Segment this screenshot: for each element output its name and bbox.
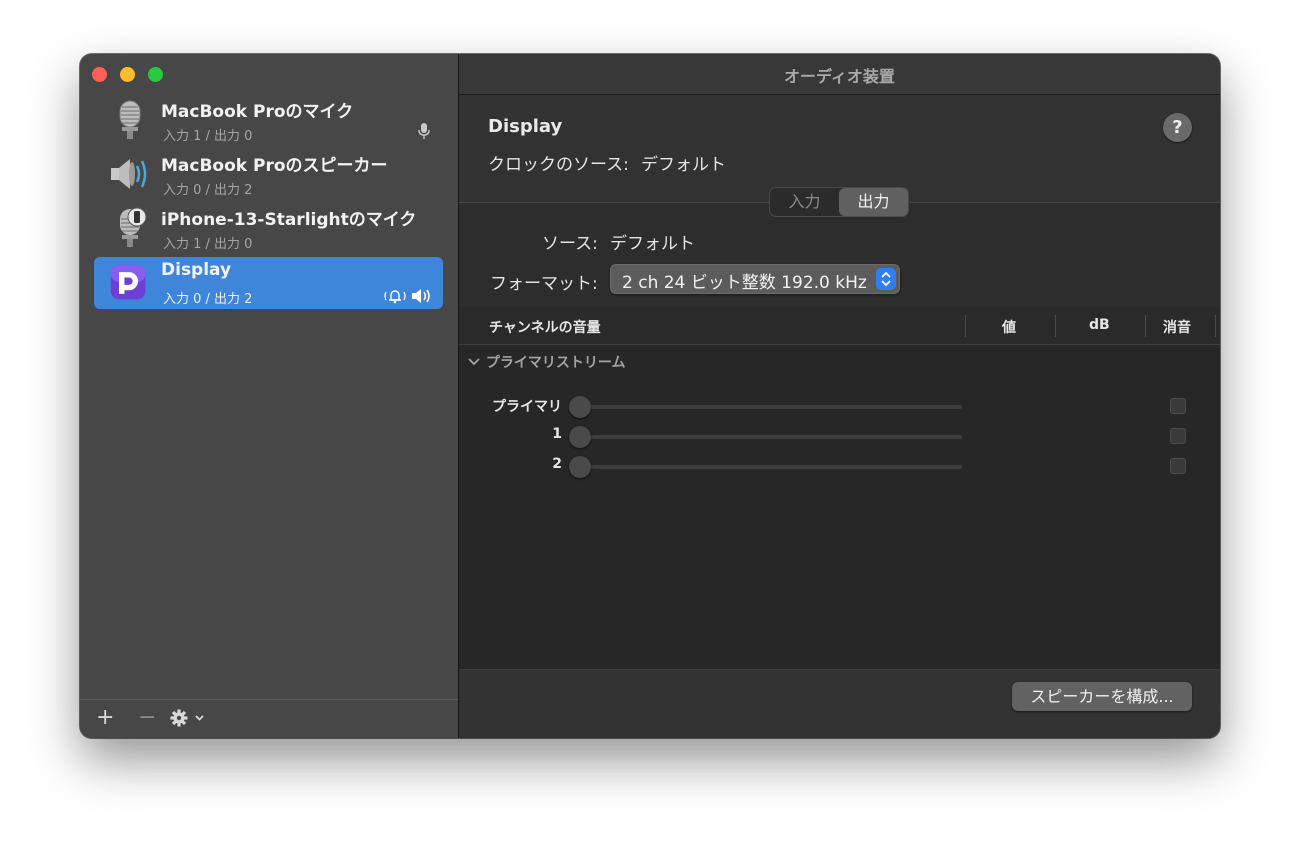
close-window-button[interactable] — [92, 67, 107, 82]
column-header-mute[interactable]: 消音 — [1163, 317, 1191, 337]
mute-checkbox[interactable] — [1170, 428, 1186, 444]
remove-device-button[interactable]: − — [138, 706, 156, 730]
tab-output[interactable]: 出力 — [839, 188, 908, 216]
volume-slider-knob[interactable] — [569, 456, 591, 478]
volume-slider-knob[interactable] — [569, 396, 591, 418]
channel-label: 2 — [552, 456, 562, 472]
device-io-count: 入力 1 / 出力 0 — [163, 129, 253, 144]
iphone-microphone-icon — [120, 207, 147, 247]
audio-devices-window: MacBook Proのマイク 入力 1 / 出力 0 MacBook Proの… — [80, 54, 1220, 738]
clock-source-label: クロックのソース: — [488, 155, 629, 175]
help-button[interactable]: ? — [1163, 113, 1192, 142]
mute-checkbox[interactable] — [1170, 458, 1186, 474]
source-value: デフォルト — [610, 234, 695, 254]
stream-group-row[interactable]: プライマリストリーム — [467, 352, 625, 372]
device-name: iPhone-13-Starlightのマイク — [161, 210, 417, 230]
zoom-window-button[interactable] — [148, 67, 163, 82]
device-detail-pane: オーディオ装置 Display ? クロックのソース: デフォルト 入力 出力 … — [459, 54, 1220, 738]
tab-input[interactable]: 入力 — [770, 188, 839, 216]
device-name: MacBook Proのスピーカー — [161, 156, 388, 176]
device-row-display[interactable]: Display 入力 0 / 出力 2 — [94, 257, 443, 309]
volume-slider-knob[interactable] — [569, 426, 591, 448]
volume-slider-track[interactable] — [580, 435, 962, 439]
add-device-button[interactable]: + — [96, 706, 114, 730]
volume-slider-track[interactable] — [580, 405, 962, 409]
device-name: MacBook Proのマイク — [161, 102, 354, 122]
gear-icon — [170, 709, 204, 727]
input-output-tabs: 入力 出力 — [769, 187, 909, 217]
chevron-down-icon — [468, 358, 480, 366]
window-title: オーディオ装置 — [784, 67, 895, 86]
settings-menu-button[interactable] — [170, 709, 206, 733]
device-io-count: 入力 0 / 出力 2 — [163, 292, 253, 307]
minimize-window-button[interactable] — [120, 67, 135, 82]
column-header-db[interactable]: dB — [1089, 317, 1110, 333]
default-output-speaker-icon — [412, 289, 430, 303]
microphone-icon — [119, 100, 141, 139]
format-label: フォーマット: — [490, 274, 598, 294]
channel-label: 1 — [552, 426, 562, 442]
channel-volume-table: チャンネルの音量 値 dB 消音 プライマリストリーム プライマリ 1 2 — [459, 306, 1220, 669]
display-app-icon — [110, 264, 146, 300]
mute-checkbox[interactable] — [1170, 398, 1186, 414]
bottom-bar: スピーカーを構成... — [459, 669, 1220, 738]
device-row-iphone-mic[interactable]: iPhone-13-Starlightのマイク 入力 1 / 出力 0 — [94, 202, 443, 254]
titlebar: オーディオ装置 — [459, 54, 1220, 95]
up-down-chevron-icon — [876, 268, 896, 290]
table-header: チャンネルの音量 値 dB 消音 — [459, 306, 1220, 345]
speaker-icon — [111, 159, 147, 189]
stream-group-label: プライマリストリーム — [485, 355, 626, 371]
volume-slider-track[interactable] — [580, 465, 962, 469]
device-sidebar: MacBook Proのマイク 入力 1 / 出力 0 MacBook Proの… — [80, 54, 459, 738]
clock-source-value: デフォルト — [641, 155, 726, 175]
configure-speakers-button[interactable]: スピーカーを構成... — [1012, 682, 1192, 711]
source-label: ソース: — [542, 234, 598, 254]
device-io-count: 入力 1 / 出力 0 — [163, 237, 253, 252]
device-row-macbook-mic[interactable]: MacBook Proのマイク 入力 1 / 出力 0 — [94, 94, 443, 146]
column-header-channel-volume[interactable]: チャンネルの音量 — [489, 317, 601, 337]
device-name: Display — [161, 260, 232, 280]
alert-sound-bell-icon — [384, 290, 406, 304]
channel-label: プライマリ — [492, 399, 562, 415]
default-input-microphone-icon — [418, 123, 430, 139]
device-title: Display — [488, 116, 563, 137]
column-header-value[interactable]: 値 — [1002, 317, 1016, 337]
format-popup-button[interactable]: 2 ch 24 ビット整数 192.0 kHz — [610, 264, 900, 294]
sidebar-toolbar: + − — [80, 699, 458, 738]
device-row-macbook-speaker[interactable]: MacBook Proのスピーカー 入力 0 / 出力 2 — [94, 148, 443, 200]
device-io-count: 入力 0 / 出力 2 — [163, 183, 253, 198]
format-value: 2 ch 24 ビット整数 192.0 kHz — [622, 273, 867, 293]
